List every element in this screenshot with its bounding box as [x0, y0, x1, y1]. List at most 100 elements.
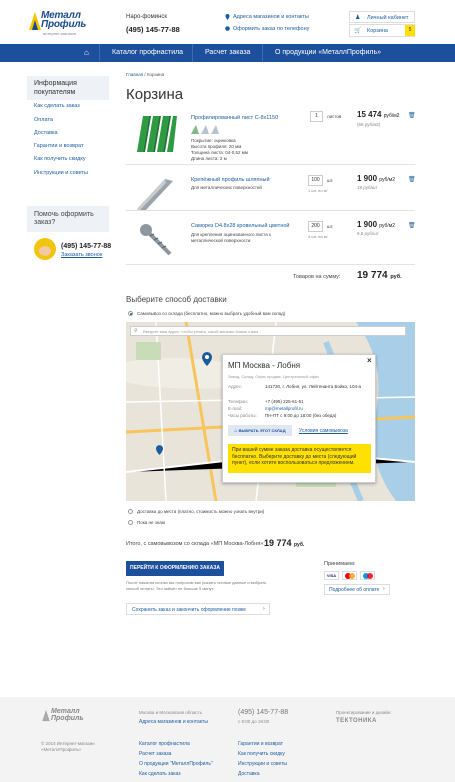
footer-logo-text-2: Профиль [51, 715, 84, 722]
email-link[interactable]: mp@metallprofil.ru [265, 406, 303, 411]
sidebar-item-how-to-order[interactable]: Как сделать заказ [34, 103, 80, 109]
map-pin-icon[interactable] [156, 445, 163, 455]
design-label: Проектирование и дизайн: [336, 710, 392, 715]
price-value: 15 474 [357, 110, 382, 119]
stores-link[interactable]: Адреса магазинов и контакты [233, 14, 309, 20]
product-title[interactable]: Саморез D4.8x28 кровельный цветной [191, 223, 290, 229]
help-phone: (495) 145-77-88 [61, 243, 112, 250]
product-details: Покрытие: оцинковка Высота профиля: 20 м… [191, 138, 248, 162]
sidebar-item-warranty[interactable]: Гарантии и возврат [34, 143, 84, 149]
footer-link[interactable]: Расчет заказа [139, 751, 171, 757]
callback-link[interactable]: Заказать звонок [61, 252, 102, 258]
breadcrumb-separator: / [144, 72, 146, 77]
footer-link[interactable]: Как получить скидку [238, 751, 285, 757]
map-pin-icon[interactable] [202, 352, 212, 366]
sidebar-item-instructions[interactable]: Инструкции и советы [34, 170, 88, 176]
unknown-label[interactable]: Пока не знаю [137, 520, 165, 525]
sidebar-item-discount[interactable]: Как получить скидку [34, 156, 86, 162]
store-popup: × МП Москва - Лобня Завод, Склад, Офис п… [222, 354, 376, 483]
product-title[interactable]: Крепёжный профиль шляпный [191, 177, 270, 183]
phone-label: Телефон: [228, 399, 248, 404]
email-label: E-mail: [228, 406, 243, 411]
phone-order-link[interactable]: Оформить заказ по телефону [233, 26, 309, 32]
product-details: Для металлических поверхностей [191, 185, 262, 191]
quantity-unit: шт. [327, 224, 334, 229]
footer-link[interactable]: Гарантии и возврат [238, 741, 283, 747]
footer: Металл Профиль Москва и Московская област… [0, 697, 455, 782]
price-value: 1 900 [357, 174, 378, 183]
footer-logo-text: Металл Профиль [51, 708, 84, 722]
product-image-screw[interactable] [138, 222, 174, 260]
breadcrumb-home[interactable]: Главная [126, 72, 143, 77]
quantity-input[interactable]: 200 [308, 221, 323, 232]
summary-amount: 19 774 [264, 538, 292, 548]
cart-button[interactable]: 🛒 Корзина 5 [349, 24, 415, 37]
sidebar-item-delivery[interactable]: Доставка [34, 130, 58, 136]
design-link[interactable]: ТЕКТОНИКА [336, 718, 377, 724]
quantity-input[interactable]: 100 [308, 175, 323, 186]
divider [126, 264, 415, 265]
trash-icon[interactable]: 🗑 [408, 222, 416, 229]
summary-currency: руб. [294, 542, 305, 548]
nav-item-calc[interactable]: Расчет заказа [192, 44, 262, 62]
divider [126, 210, 415, 211]
footer-stores-link[interactable]: Адреса магазинов и контакты [139, 719, 208, 725]
unit-price: 9,5 руб/шт [357, 231, 379, 236]
map-search-input[interactable]: ⚲ Введите ваш адрес, чтобы узнать, какой… [130, 326, 406, 336]
pickup-radio[interactable] [128, 311, 133, 316]
free-delivery-note: При вашей сумме заказа доставка осуществ… [228, 444, 371, 473]
footer-link[interactable]: Каталог профнастила [139, 741, 190, 747]
page-title: Корзина [126, 86, 184, 103]
product-image-sheet[interactable] [135, 114, 179, 156]
footer-hours: с 9:00 до 19:00 [238, 719, 270, 724]
footer-link[interactable]: Инструкции и советы [238, 761, 287, 767]
cart-icon: 🛒 [354, 28, 362, 34]
breadcrumb: Главная / Корзина [126, 72, 164, 77]
sidebar-item-payment[interactable]: Оплата [34, 117, 53, 123]
location-icon [225, 14, 230, 22]
footer-link[interactable]: Как сделать заказ [139, 771, 181, 777]
product-details: Для крепления оцинкованного листа к мета… [191, 232, 271, 244]
checkout-button[interactable]: ПЕРЕЙТИ К ОФОРМЛЕНИЮ ЗАКАЗА [126, 561, 224, 576]
footer-logo[interactable]: Металл Профиль [41, 707, 96, 725]
cabinet-button[interactable]: ♟ Личный кабинет [349, 11, 415, 23]
total-value: 19 774 руб. [357, 270, 402, 281]
home-icon[interactable]: ⌂ [72, 44, 101, 62]
nav-item-catalog[interactable]: Каталог профнастила [99, 44, 195, 62]
quantity-input[interactable]: 1 [310, 111, 323, 122]
footer-link[interactable]: Доставка [238, 771, 259, 777]
unit-price: (66 руб/м2) [357, 122, 381, 127]
hours-label: Часы работы: [228, 413, 257, 418]
trash-icon[interactable]: 🗑 [408, 176, 416, 183]
product-price: 1 900 руб/м2 [357, 174, 395, 183]
city-selector[interactable]: Наро-фоминск [126, 14, 167, 20]
product-image-profile[interactable] [135, 175, 175, 213]
payment-info-button[interactable]: Подробнее об оплате › [324, 584, 390, 595]
popup-title: МП Москва - Лобня [228, 361, 301, 370]
footer-link[interactable]: О продукции "МеталлПрофиль" [139, 761, 213, 767]
product-title[interactable]: Профилированный лист С-8х1150 [191, 115, 278, 121]
save-order-label: Сохранить заказ и закончить оформление п… [132, 607, 246, 613]
help-title: Помочь оформить заказ? [34, 211, 94, 226]
delivery-label[interactable]: Доставка до места (платно, стоимость мож… [137, 509, 264, 514]
popup-tags: Завод, Склад, Офис продаж, Центральный о… [228, 374, 320, 379]
delivery-radio[interactable] [128, 509, 133, 514]
pickup-conditions-link[interactable]: Условия самовывоза [299, 428, 348, 434]
profile-thumbnails [191, 125, 221, 136]
pickup-label[interactable]: Самовывоз со склада (бесплатно, можно вы… [137, 311, 285, 316]
phone-value: +7 (495) 225-61-51 [265, 399, 304, 404]
checkout-note: После нажатия кнопки мы попросим вас ука… [126, 580, 267, 591]
close-icon[interactable]: × [367, 356, 372, 365]
price-unit: руб/м2 [379, 177, 396, 183]
cart-label: Корзина [367, 28, 388, 34]
select-store-button[interactable]: ⌂ ВЫБРАТЬ ЭТОТ СКЛАД [228, 425, 292, 436]
unknown-radio[interactable] [128, 520, 133, 525]
total-currency: руб. [390, 274, 402, 280]
save-order-button[interactable]: Сохранить заказ и закончить оформление п… [126, 603, 270, 615]
logo[interactable]: Металл Профиль интернет-магазин [27, 8, 99, 36]
nav-item-about[interactable]: О продукции «МеталлПрофиль» [262, 44, 393, 62]
addr-value: 141730, г. Лобня, ул. Лейтенанта Бойко, … [265, 384, 362, 389]
trash-icon[interactable]: 🗑 [408, 112, 416, 119]
product-detail: Для металлических поверхностей [191, 185, 262, 190]
summary-value: 19 774 руб. [264, 538, 304, 548]
